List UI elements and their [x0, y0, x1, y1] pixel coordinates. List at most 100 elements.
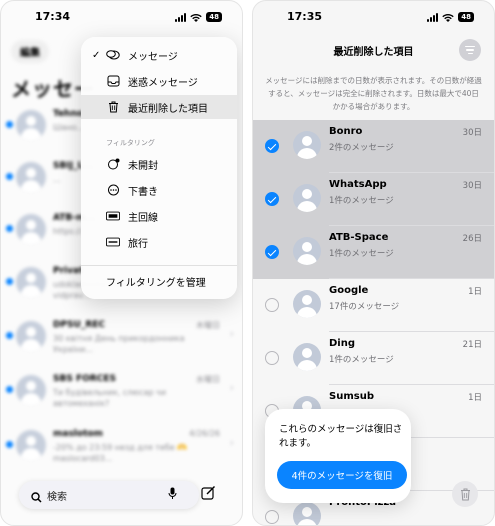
- messages-screen: 17:34 48 編集 メッセー Tehno...Шано...›SBIJ_L.…: [0, 0, 243, 526]
- conversation-row[interactable]: maslotom -20% до 23:59 незд для тебе 🫶 ma…: [1, 426, 242, 476]
- avatar: [16, 267, 46, 297]
- menu-item-label: 未開封: [128, 160, 158, 172]
- microphone-icon[interactable]: [168, 487, 177, 503]
- select-checkbox[interactable]: [265, 510, 279, 524]
- deleted-item-row[interactable]: ATB-Space 1件のメッセージ 26日: [253, 226, 494, 279]
- deleted-item-row[interactable]: Ding 1件のメッセージ 21日: [253, 332, 494, 385]
- unread-dot-icon: [6, 121, 13, 128]
- message-count: 1件のメッセージ: [329, 196, 394, 206]
- menu-item-unread[interactable]: 未開封: [81, 152, 237, 176]
- select-checkbox[interactable]: [265, 298, 279, 312]
- select-checkbox[interactable]: [265, 245, 279, 259]
- edit-button[interactable]: 編集: [11, 40, 49, 63]
- cellular-signal-icon: [427, 12, 439, 22]
- conversation-row[interactable]: DPSU_REC 30 квітня День прикордонника Укр…: [1, 317, 242, 367]
- menu-item-label: 主回線: [128, 212, 158, 224]
- sender-name: Bonro: [329, 126, 363, 137]
- avatar: [16, 162, 46, 192]
- draft-bubble-icon: [106, 183, 120, 197]
- conversation-name: maslotom: [53, 429, 103, 439]
- unread-dot-icon: [6, 441, 13, 448]
- search-input[interactable]: 検索: [19, 481, 199, 509]
- avatar: [16, 214, 46, 244]
- menu-item-drafts[interactable]: 下書き: [81, 178, 237, 202]
- unread-bubble-icon: [106, 157, 120, 171]
- junk-tray-icon: [106, 74, 120, 88]
- avatar: [293, 237, 321, 265]
- sender-name: Google: [329, 285, 369, 296]
- avatar: [16, 110, 46, 140]
- menu-item-messages[interactable]: ✓ メッセージ: [81, 43, 237, 67]
- unread-dot-icon: [6, 173, 13, 180]
- menu-item-label: 旅行: [128, 238, 148, 250]
- conversation-preview: Ти будівельник, слюсар чи автомеханік?: [53, 388, 166, 408]
- menu-item-label: 最近削除した項目: [128, 103, 208, 115]
- avatar: [293, 343, 321, 371]
- battery-icon: 48: [458, 12, 474, 22]
- days-remaining: 30日: [462, 181, 482, 191]
- wifi-icon: [190, 13, 202, 22]
- more-options-icon[interactable]: [459, 39, 481, 61]
- deleted-item-row[interactable]: Bonro 2件のメッセージ 30日: [253, 120, 494, 173]
- status-bar: 17:34 48: [1, 10, 242, 26]
- status-bar: 17:35 48: [253, 10, 494, 26]
- sender-name: WhatsApp: [329, 179, 387, 190]
- menu-item-primary-line[interactable]: 主回線: [81, 204, 237, 228]
- chevron-right-icon: ›: [229, 381, 234, 394]
- select-checkbox[interactable]: [265, 351, 279, 365]
- chevron-right-icon: ›: [229, 436, 234, 449]
- retention-info-text: メッセージには削除までの日数が表示されます。その日数が経過すると、メッセージは完…: [265, 76, 482, 111]
- message-count: 2件のメッセージ: [329, 143, 394, 153]
- manage-filtering-button[interactable]: フィルタリングを管理: [106, 274, 206, 289]
- delete-trash-icon[interactable]: [452, 481, 478, 507]
- chat-bubbles-icon: [106, 48, 120, 62]
- sender-name: Sumsub: [329, 391, 374, 402]
- select-checkbox[interactable]: [265, 192, 279, 206]
- wifi-icon: [442, 13, 454, 22]
- days-remaining: 21日: [462, 340, 482, 350]
- conversation-date: 木曜日: [196, 321, 220, 330]
- avatar: [293, 131, 321, 159]
- trash-icon: [106, 100, 120, 114]
- conversation-name: Privat: [53, 266, 84, 276]
- unread-dot-icon: [6, 225, 13, 232]
- menu-item-recently-deleted[interactable]: 最近削除した項目: [81, 95, 237, 119]
- menu-item-junk[interactable]: 迷惑メッセージ: [81, 69, 237, 93]
- avatar: [293, 502, 321, 525]
- avatar: [293, 184, 321, 212]
- avatar: [293, 290, 321, 318]
- days-remaining: 30日: [462, 128, 482, 138]
- restore-messages-button[interactable]: 4件のメッセージを復旧: [277, 461, 407, 489]
- status-time: 17:35: [287, 10, 323, 23]
- unread-dot-icon: [6, 332, 13, 339]
- recently-deleted-screen: 17:35 48 最近削除した項目 メッセージには削除までの日数が表示されます。…: [252, 0, 495, 526]
- compose-icon[interactable]: [201, 485, 216, 504]
- battery-icon: 48: [206, 12, 222, 22]
- message-count: 1件のメッセージ: [329, 355, 394, 365]
- menu-item-label: メッセージ: [128, 51, 178, 63]
- filter-section-label: フィルタリング: [106, 139, 155, 147]
- restore-description: これらのメッセージは復旧されます。: [279, 424, 403, 449]
- days-remaining: 1日: [468, 287, 482, 297]
- select-checkbox[interactable]: [265, 139, 279, 153]
- page-title: 最近削除した項目: [333, 47, 414, 58]
- conversation-name: SBS FORCES: [53, 374, 116, 384]
- deleted-item-row[interactable]: Google 17件のメッセージ 1日: [253, 279, 494, 332]
- days-remaining: 26日: [462, 234, 482, 244]
- conversation-row[interactable]: SBS FORCES Ти будівельник, слюсар чи авто…: [1, 371, 242, 421]
- conversation-name: DPSU_REC: [53, 320, 106, 330]
- search-icon: [31, 488, 42, 507]
- message-count: 1件のメッセージ: [329, 249, 394, 259]
- conversation-date: 4/26/26: [189, 429, 220, 438]
- menu-item-travel[interactable]: 旅行: [81, 230, 237, 254]
- filter-menu: ✓ メッセージ 迷惑メッセージ 最近削除した項目 フィルタリング 未開封 下書き…: [81, 37, 237, 299]
- unread-dot-icon: [6, 278, 13, 285]
- menu-divider: [81, 265, 237, 266]
- travel-badge-icon: [106, 235, 120, 249]
- days-remaining: 1日: [468, 393, 482, 403]
- cellular-signal-icon: [175, 12, 187, 22]
- conversation-preview: -20% до 23:59 незд для тебе 🫶 maslocard0…: [53, 443, 188, 463]
- deleted-item-row[interactable]: WhatsApp 1件のメッセージ 30日: [253, 173, 494, 226]
- menu-item-label: 下書き: [128, 186, 158, 198]
- sender-name: Ding: [329, 338, 356, 349]
